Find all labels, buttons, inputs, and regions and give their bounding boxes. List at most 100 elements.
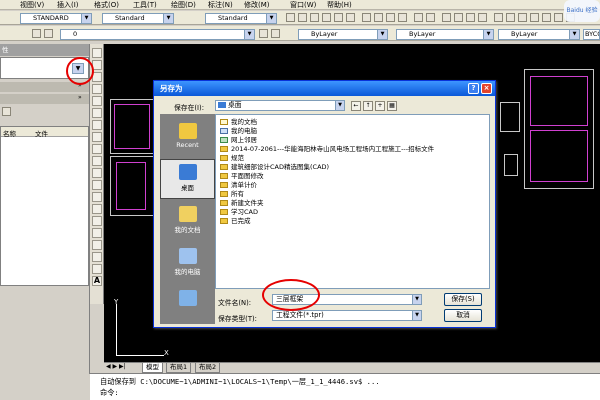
revision-cloud-icon[interactable] (92, 132, 102, 142)
new-folder-icon[interactable]: + (375, 101, 385, 111)
sheet-set-icon[interactable] (530, 13, 539, 22)
layer-previous-icon[interactable] (271, 29, 280, 38)
markup-icon[interactable] (542, 13, 551, 22)
insert-block-icon[interactable] (92, 180, 102, 190)
place-desktop[interactable]: 桌面 (160, 159, 215, 199)
column-header-name[interactable]: 名称 (3, 128, 16, 138)
calculator-icon[interactable] (554, 13, 563, 22)
point-icon[interactable] (92, 204, 102, 214)
list-item[interactable]: 学习CAD (220, 208, 258, 217)
tab-model[interactable]: 模型 (142, 363, 163, 373)
cut-icon[interactable] (362, 13, 371, 22)
paste-icon[interactable] (386, 13, 395, 22)
region-icon[interactable] (92, 240, 102, 250)
menu-view[interactable]: 视图(V) (20, 0, 44, 10)
place-my-computer[interactable]: 我的电脑 (160, 244, 215, 284)
plot-style-select[interactable]: BYCO (583, 29, 600, 40)
cancel-button[interactable]: 取消 (444, 309, 482, 322)
menu-help[interactable]: 帮助(H) (327, 0, 352, 10)
list-item[interactable]: 已完成 (220, 217, 251, 226)
zoom-window-icon[interactable] (466, 13, 475, 22)
tab-layout2[interactable]: 布局2 (195, 363, 221, 373)
make-current-icon[interactable] (259, 29, 268, 38)
layer-manager-icon[interactable] (32, 29, 41, 38)
list-item[interactable]: 建筑细部设计CAD精选图集(CAD) (220, 163, 329, 172)
text-icon[interactable]: A (92, 276, 102, 286)
menu-draw[interactable]: 绘图(D) (171, 0, 196, 10)
help-icon[interactable]: ? (468, 83, 479, 94)
tool-palettes-icon[interactable] (518, 13, 527, 22)
line-icon[interactable] (92, 48, 102, 58)
views-icon[interactable]: ▦ (387, 101, 397, 111)
menu-window[interactable]: 窗口(W) (290, 0, 316, 10)
chevron-down-icon: ▼ (377, 30, 387, 39)
layer-state-icon[interactable] (44, 29, 53, 38)
multiline-text-icon[interactable] (92, 264, 102, 274)
list-item[interactable]: 我的电脑 (220, 127, 257, 136)
tab-layout1[interactable]: 布局1 (166, 363, 192, 373)
dim-style-select[interactable]: Standard ▼ (102, 13, 174, 24)
save-button[interactable]: 保存(S) (444, 293, 482, 306)
up-folder-icon[interactable]: ↑ (363, 101, 373, 111)
zoom-realtime-icon[interactable] (454, 13, 463, 22)
list-item[interactable]: 新建文件夹 (220, 199, 264, 208)
computer-icon (220, 128, 228, 134)
print-icon[interactable] (322, 13, 331, 22)
design-center-icon[interactable] (506, 13, 515, 22)
undo-icon[interactable] (414, 13, 423, 22)
ellipse-arc-icon[interactable] (92, 168, 102, 178)
list-item[interactable]: 平面图修改 (220, 172, 264, 181)
lineweight-select[interactable]: ByLayer ▼ (498, 29, 580, 40)
arc-icon[interactable] (92, 108, 102, 118)
back-icon[interactable]: ← (351, 101, 361, 111)
layer-select[interactable]: 0 ▼ (60, 29, 255, 40)
text-style-select[interactable]: STANDARD ▼ (20, 13, 92, 24)
hatch-icon[interactable] (92, 216, 102, 226)
menu-insert[interactable]: 插入(I) (57, 0, 79, 10)
menu-dimension[interactable]: 标注(N) (208, 0, 233, 10)
linetype-select[interactable]: ByLayer ▼ (396, 29, 494, 40)
properties-icon[interactable] (494, 13, 503, 22)
save-in-select[interactable]: 桌面 ▼ (215, 100, 345, 111)
list-item[interactable]: 我的文档 (220, 118, 257, 127)
tab-nav-icons[interactable]: ◀ ▶ ▶| (106, 363, 126, 370)
menu-modify[interactable]: 修改(M) (244, 0, 270, 10)
circle-icon[interactable] (92, 120, 102, 130)
column-header-file[interactable]: 文件 (35, 128, 48, 138)
place-my-documents[interactable]: 我的文档 (160, 202, 215, 242)
list-item[interactable]: 清单计价 (220, 181, 257, 190)
quick-select-icon[interactable] (2, 107, 11, 116)
close-icon[interactable]: × (481, 83, 492, 94)
place-network[interactable] (160, 286, 215, 326)
collapse-icon[interactable]: » (78, 94, 82, 101)
redo-icon[interactable] (426, 13, 435, 22)
gradient-icon[interactable] (92, 228, 102, 238)
table-icon[interactable] (92, 252, 102, 262)
polygon-icon[interactable] (92, 84, 102, 94)
list-item[interactable]: 规范 (220, 154, 244, 163)
new-file-icon[interactable] (286, 13, 295, 22)
save-icon[interactable] (310, 13, 319, 22)
zoom-previous-icon[interactable] (478, 13, 487, 22)
ellipse-icon[interactable] (92, 156, 102, 166)
make-block-icon[interactable] (92, 192, 102, 202)
rectangle-icon[interactable] (92, 96, 102, 106)
command-prompt[interactable]: 命令: (100, 388, 119, 398)
open-file-icon[interactable] (298, 13, 307, 22)
place-recent[interactable]: Recent (160, 119, 215, 159)
list-item[interactable]: 网上邻居 (220, 136, 257, 145)
spline-icon[interactable] (92, 144, 102, 154)
copy-icon[interactable] (374, 13, 383, 22)
pan-icon[interactable] (442, 13, 451, 22)
command-window[interactable]: 自动保存到 C:\DOCUME~1\ADMINI~1\LOCALS~1\Temp… (90, 373, 600, 400)
menu-tools[interactable]: 工具(T) (133, 0, 157, 10)
list-item[interactable]: 所有 (220, 190, 244, 199)
filetype-select[interactable]: 工程文件(*.tpr) ▼ (272, 310, 422, 321)
table-style-select[interactable]: Standard ▼ (205, 13, 277, 24)
menu-format[interactable]: 格式(O) (94, 0, 119, 10)
match-properties-icon[interactable] (398, 13, 407, 22)
publish-icon[interactable] (346, 13, 355, 22)
preview-icon[interactable] (334, 13, 343, 22)
color-select[interactable]: ByLayer ▼ (298, 29, 388, 40)
list-item[interactable]: 2014-07-2061---华能海阳林寺山风电场工程场内工程施工---招标文件 (220, 145, 434, 154)
